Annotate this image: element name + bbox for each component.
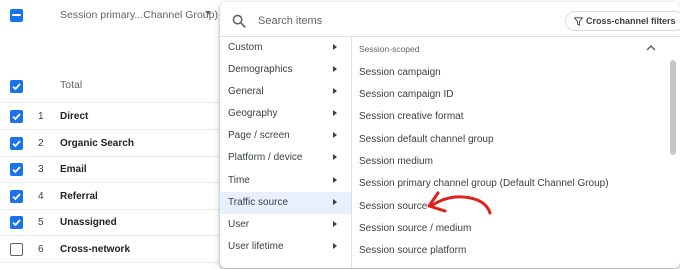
list-item[interactable]: Session source / medium xyxy=(352,218,670,240)
row-number: 3 xyxy=(38,164,44,175)
item-label: Session medium xyxy=(359,156,433,167)
row-name: Unassigned xyxy=(60,217,117,228)
row-checkbox[interactable] xyxy=(10,137,23,150)
row-name: Direct xyxy=(60,111,89,122)
category-label: User xyxy=(228,219,250,230)
list-item[interactable]: Session source platform xyxy=(352,240,670,262)
row-checkbox[interactable] xyxy=(10,216,23,229)
list-item[interactable]: Session campaign xyxy=(352,62,670,84)
row-checkbox[interactable] xyxy=(10,190,23,203)
row-name: Referral xyxy=(60,191,98,202)
row-name: Email xyxy=(60,164,87,175)
cross-channel-filters-button[interactable]: Cross-channel filters xyxy=(565,11,680,31)
list-item[interactable]: Session medium xyxy=(352,151,670,173)
chevron-right-icon xyxy=(333,44,337,50)
select-all-checkbox[interactable] xyxy=(10,9,23,22)
dimension-picker-panel: Cross-channel filters Custom Demographic… xyxy=(220,2,680,268)
category-label: Geography xyxy=(228,108,278,119)
category-label: Platform / device xyxy=(228,152,303,163)
chevron-right-icon xyxy=(333,66,337,72)
category-label: Demographics xyxy=(228,64,293,75)
category-item-traffic-source[interactable]: Traffic source xyxy=(220,192,351,214)
divider xyxy=(0,235,225,236)
row-checkbox[interactable] xyxy=(10,163,23,176)
dimension-select[interactable]: Session primary...Channel Group) xyxy=(60,9,218,21)
list-item[interactable]: Session source xyxy=(352,196,670,218)
item-label: Session creative format xyxy=(359,111,464,122)
divider xyxy=(0,182,225,183)
list-item[interactable]: Session default channel group xyxy=(352,129,670,151)
row-checkbox[interactable] xyxy=(10,110,23,123)
category-item-user-lifetime[interactable]: User lifetime xyxy=(220,236,351,258)
search-icon xyxy=(232,14,246,28)
row-number: 6 xyxy=(38,244,44,255)
chevron-right-icon xyxy=(333,199,337,205)
category-label: User lifetime xyxy=(228,241,284,252)
total-checkbox[interactable] xyxy=(10,80,23,93)
category-label: Traffic source xyxy=(228,197,289,208)
row-number: 1 xyxy=(38,111,44,122)
item-label: Session source platform xyxy=(359,245,467,256)
row-name: Cross-network xyxy=(60,244,131,255)
total-label: Total xyxy=(60,79,83,91)
category-item-user[interactable]: User xyxy=(220,214,351,236)
category-label: General xyxy=(228,86,264,97)
search-input[interactable] xyxy=(258,11,548,31)
divider xyxy=(0,102,225,103)
divider xyxy=(0,262,225,263)
item-label: Session campaign xyxy=(359,67,441,78)
item-label: Session primary channel group (Default C… xyxy=(359,178,609,189)
chevron-right-icon xyxy=(333,110,337,116)
row-checkbox[interactable] xyxy=(10,243,23,256)
row-name: Organic Search xyxy=(60,138,134,149)
filter-icon xyxy=(574,17,583,26)
category-label: Page / screen xyxy=(228,130,290,141)
chevron-right-icon xyxy=(333,88,337,94)
category-item-geography[interactable]: Geography xyxy=(220,103,351,125)
category-item-platform-device[interactable]: Platform / device xyxy=(220,147,351,169)
category-label: Custom xyxy=(228,42,263,53)
category-item-general[interactable]: General xyxy=(220,81,351,103)
list-item[interactable]: Session campaign ID xyxy=(352,84,670,106)
category-label: Time xyxy=(228,175,250,186)
list-item[interactable]: Session creative format xyxy=(352,106,670,128)
row-number: 4 xyxy=(38,191,44,202)
scrollbar-thumb[interactable] xyxy=(670,60,676,155)
chevron-up-icon[interactable] xyxy=(646,44,656,51)
row-number: 5 xyxy=(38,217,44,228)
chevron-right-icon xyxy=(333,221,337,227)
category-item-page-screen[interactable]: Page / screen xyxy=(220,125,351,147)
chevron-down-icon[interactable] xyxy=(205,11,211,15)
section-header: Session-scoped xyxy=(359,44,420,54)
category-item-demographics[interactable]: Demographics xyxy=(220,59,351,81)
item-label: Session default channel group xyxy=(359,134,494,145)
chevron-right-icon xyxy=(333,243,337,249)
item-label: Session source / medium xyxy=(359,223,472,234)
item-label: Session source xyxy=(359,201,428,212)
category-item-custom[interactable]: Custom xyxy=(220,37,351,59)
divider xyxy=(0,209,225,210)
divider xyxy=(0,129,225,130)
chevron-right-icon xyxy=(333,154,337,160)
row-number: 2 xyxy=(38,138,44,149)
filter-button-label: Cross-channel filters xyxy=(586,16,676,26)
chevron-right-icon xyxy=(333,177,337,183)
list-item[interactable]: Session primary channel group (Default C… xyxy=(352,173,670,195)
divider xyxy=(0,156,225,157)
item-label: Session campaign ID xyxy=(359,89,454,100)
chevron-right-icon xyxy=(333,132,337,138)
category-item-time[interactable]: Time xyxy=(220,170,351,192)
